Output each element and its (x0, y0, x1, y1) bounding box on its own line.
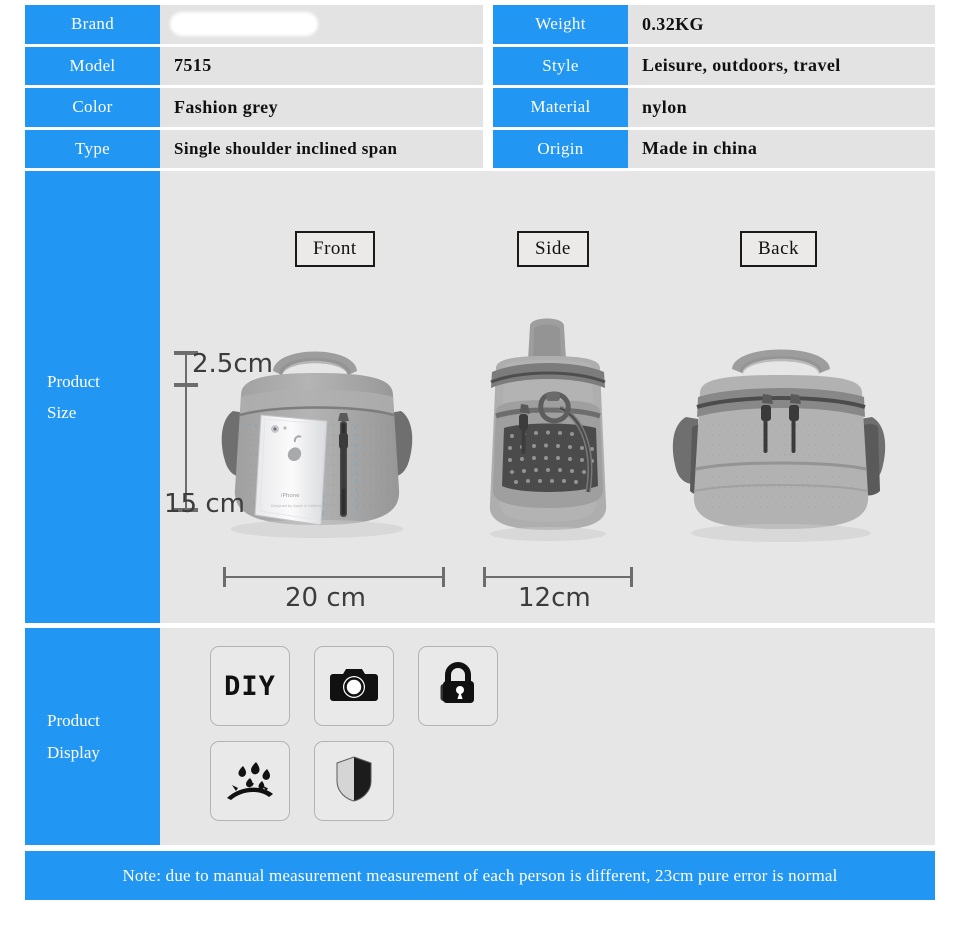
feature-tile-empty (522, 741, 602, 821)
product-size-panel: Front Side Back iPhone Designed by Apple… (160, 171, 935, 623)
camera-icon (328, 664, 380, 709)
feature-tile-camera (314, 646, 394, 726)
spec-value-brand (160, 5, 483, 44)
product-display-side-label: Product Display (25, 628, 160, 845)
spec-value-material: nylon (628, 88, 935, 127)
svg-text:Designed by Apple in Californi: Designed by Apple in California (271, 504, 324, 508)
spec-label-origin: Origin (493, 129, 628, 168)
view-tag-front: Front (295, 231, 375, 267)
view-tag-back: Back (740, 231, 818, 267)
spec-value-style: Leisure, outdoors, travel (628, 46, 935, 85)
feature-tile-empty (522, 646, 602, 726)
spec-label-color: Color (25, 88, 160, 127)
width-side-tick-right (630, 567, 633, 587)
width-front-tick-left (223, 567, 226, 587)
product-size-label-line2: Size (47, 403, 77, 422)
shield-icon (334, 755, 374, 808)
bag-back-view (660, 331, 910, 546)
width-side-tick-left (483, 567, 486, 587)
lock-icon (437, 660, 479, 713)
spec-value-model: 7515 (160, 46, 483, 85)
dimension-label-front-width: 20 cm (285, 583, 366, 613)
product-size-side-label: Product Size (25, 171, 160, 623)
diy-icon: DIY (224, 670, 276, 702)
width-front-line (223, 576, 445, 578)
bag-side-view (460, 316, 640, 546)
spec-value-weight: 0.32KG (628, 5, 935, 44)
feature-tile-diy: DIY (210, 646, 290, 726)
spec-value-origin: Made in china (628, 129, 935, 168)
width-side-line (483, 576, 633, 578)
redacted-brand-mark (174, 16, 314, 33)
table-column-gap (483, 5, 493, 44)
feature-icon-grid: DIY (210, 646, 706, 821)
feature-tile-empty (418, 741, 498, 821)
spec-value-color: Fashion grey (160, 88, 483, 127)
product-size-label-line1: Product (47, 371, 100, 391)
spec-value-type: Single shoulder inclined span (160, 129, 483, 168)
table-column-gap (483, 88, 493, 127)
feature-tile-lock (418, 646, 498, 726)
table-column-gap (483, 46, 493, 85)
dimension-label-main-height: 15 cm (164, 489, 245, 519)
dimension-label-top-height: 2.5cm (192, 349, 273, 379)
spec-label-brand: Brand (25, 5, 160, 44)
height-dimension-line (185, 352, 187, 510)
width-front-tick-right (442, 567, 445, 587)
spec-label-material: Material (493, 88, 628, 127)
product-display-section: Product Display DIY (25, 628, 935, 845)
waterproof-icon (223, 756, 277, 807)
table-column-gap (483, 129, 493, 168)
feature-tile-shield (314, 741, 394, 821)
spec-label-type: Type (25, 129, 160, 168)
svg-text:iPhone: iPhone (281, 493, 300, 499)
height-tick-mid (174, 383, 198, 387)
measurement-note-bar: Note: due to manual measurement measurem… (25, 851, 935, 900)
feature-tile-empty (626, 741, 706, 821)
spec-table: Brand Weight 0.32KG Model 7515 Style Lei… (25, 5, 935, 168)
spec-label-model: Model (25, 46, 160, 85)
dimension-label-side-width: 12cm (518, 583, 591, 613)
view-tag-side: Side (517, 231, 589, 267)
feature-tile-waterproof (210, 741, 290, 821)
product-display-label-line2: Display (47, 742, 100, 762)
product-size-section: Product Size Front Side Back iPhone Desi… (25, 171, 935, 623)
feature-tile-empty (626, 646, 706, 726)
spec-label-style: Style (493, 46, 628, 85)
spec-label-weight: Weight (493, 5, 628, 44)
product-spec-sheet: Brand Weight 0.32KG Model 7515 Style Lei… (0, 0, 960, 926)
product-display-panel: DIY (160, 628, 935, 845)
product-display-label-line1: Product (47, 711, 100, 731)
measurement-note-text: Note: due to manual measurement measurem… (122, 865, 838, 885)
